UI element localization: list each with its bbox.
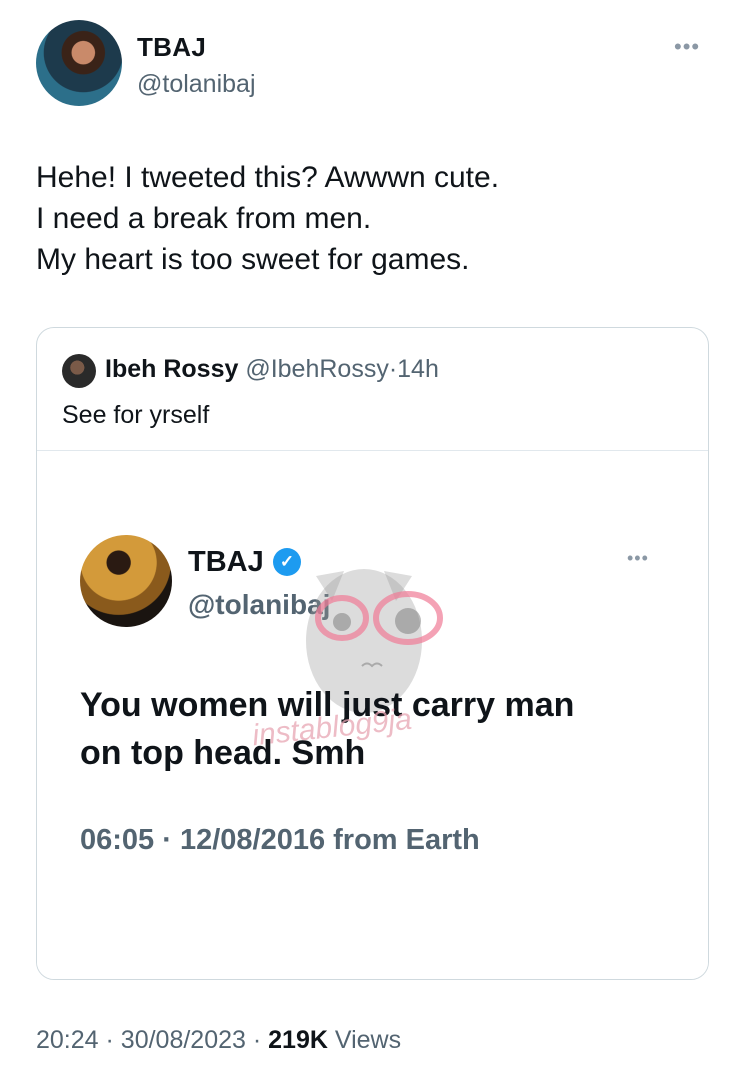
tweet-text: Hehe! I tweeted this? Awwwn cute. I need… (36, 157, 499, 280)
quote-media-image[interactable]: TBAJ ✓ @tolanibaj ••• You women will jus… (37, 451, 708, 979)
image-timestamp: 06:05 · 12/08/2016 from Earth (80, 824, 480, 856)
tweet-text-line: I need a break from men. (36, 202, 372, 235)
image-author-name: TBAJ (188, 546, 264, 578)
quote-author-name: Ibeh Rossy (105, 355, 239, 383)
author-avatar[interactable] (36, 20, 122, 106)
quote-separator: · (388, 355, 398, 383)
tweet-text-line: Hehe! I tweeted this? Awwwn cute. (36, 161, 500, 194)
quote-timestamp: 14h (397, 355, 439, 383)
tweet-time[interactable]: 20:24 (36, 1026, 99, 1054)
quote-header: Ibeh Rossy @IbehRossy·14h (105, 355, 439, 384)
verified-badge-icon: ✓ (273, 548, 301, 576)
views-count: 219K (268, 1026, 328, 1054)
tweet-date[interactable]: 30/08/2023 (121, 1026, 246, 1054)
more-options-icon[interactable]: ••• (674, 34, 700, 60)
author-handle[interactable]: @tolanibaj (137, 70, 256, 99)
quoted-tweet-card[interactable]: Ibeh Rossy @IbehRossy·14h See for yrself… (36, 327, 709, 980)
image-author-avatar (80, 535, 172, 627)
footer-separator: · (252, 1026, 262, 1054)
footer-separator: · (105, 1026, 114, 1054)
views-label: Views (334, 1026, 402, 1054)
author-name[interactable]: TBAJ (137, 32, 206, 63)
image-more-icon: ••• (627, 548, 649, 568)
quote-text: See for yrself (62, 401, 210, 429)
quote-author-handle: @IbehRossy (245, 355, 389, 383)
quote-author-avatar (62, 354, 96, 388)
tweet-text-line: My heart is too sweet for games. (36, 243, 470, 276)
tweet-footer: 20:24 · 30/08/2023 · 219K Views (36, 1026, 401, 1055)
